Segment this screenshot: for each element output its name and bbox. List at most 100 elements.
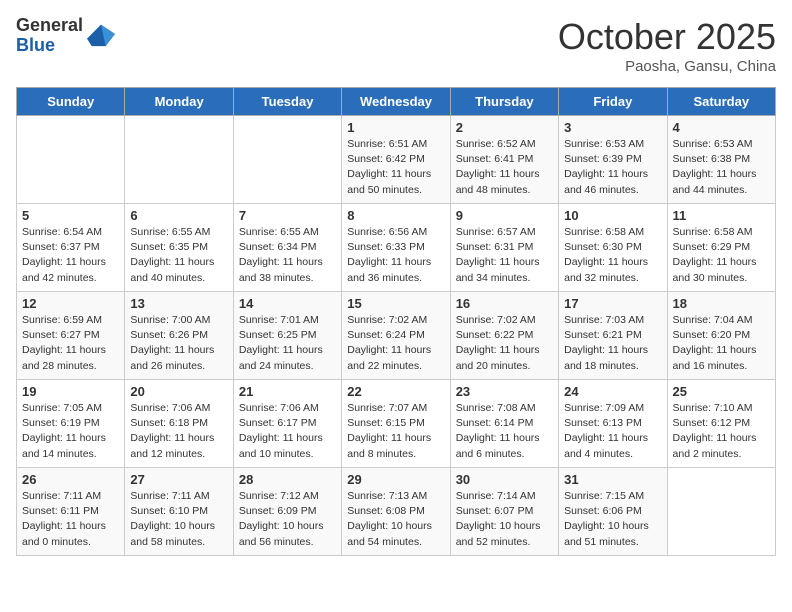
table-row: 15 Sunrise: 7:02 AM Sunset: 6:24 PM Dayli…: [342, 292, 450, 380]
table-row: 19Sunrise: 7:05 AM Sunset: 6:19 PM Dayli…: [17, 380, 125, 468]
calendar-table: Sunday Monday Tuesday Wednesday Thursday…: [16, 87, 776, 556]
table-row: [667, 468, 775, 556]
day-info: Sunrise: 7:06 AM Sunset: 6:17 PM Dayligh…: [239, 401, 336, 462]
day-info: Sunrise: 7:11 AM Sunset: 6:11 PM Dayligh…: [22, 489, 119, 550]
table-row: [233, 116, 341, 204]
table-row: 24Sunrise: 7:09 AM Sunset: 6:13 PM Dayli…: [559, 380, 667, 468]
day-number: 8: [347, 208, 444, 223]
day-number: 9: [456, 208, 553, 223]
calendar-header-row: Sunday Monday Tuesday Wednesday Thursday…: [17, 88, 776, 116]
day-number: 20: [130, 384, 227, 399]
day-info: Sunrise: 7:06 AM Sunset: 6:18 PM Dayligh…: [130, 401, 227, 462]
day-number: 16: [456, 296, 553, 311]
day-info: Sunrise: 7:15 AM Sunset: 6:06 PM Dayligh…: [564, 489, 661, 550]
logo-general: General: [16, 16, 83, 36]
table-row: 12 Sunrise: 6:59 AM Sunset: 6:27 PM Dayli…: [17, 292, 125, 380]
day-info: Sunrise: 6:57 AM Sunset: 6:31 PM Dayligh…: [456, 225, 553, 286]
day-info: Sunrise: 7:00 AM Sunset: 6:26 PM Dayligh…: [130, 313, 227, 374]
table-row: 1Sunrise: 6:51 AM Sunset: 6:42 PM Daylig…: [342, 116, 450, 204]
col-tuesday: Tuesday: [233, 88, 341, 116]
calendar-week-3: 12 Sunrise: 6:59 AM Sunset: 6:27 PM Dayli…: [17, 292, 776, 380]
day-number: 7: [239, 208, 336, 223]
day-info: Sunrise: 6:55 AM Sunset: 6:35 PM Dayligh…: [130, 225, 227, 286]
logo-icon: [87, 20, 115, 48]
day-info: Sunrise: 6:52 AM Sunset: 6:41 PM Dayligh…: [456, 137, 553, 198]
table-row: 10Sunrise: 6:58 AM Sunset: 6:30 PM Dayli…: [559, 204, 667, 292]
title-block: October 2025 Paosha, Gansu, China: [558, 16, 776, 75]
table-row: [125, 116, 233, 204]
table-row: 29 Sunrise: 7:13 AM Sunset: 6:08 PM Dayli…: [342, 468, 450, 556]
col-saturday: Saturday: [667, 88, 775, 116]
table-row: 6Sunrise: 6:55 AM Sunset: 6:35 PM Daylig…: [125, 204, 233, 292]
day-number: 29: [347, 472, 444, 487]
col-thursday: Thursday: [450, 88, 558, 116]
day-info: Sunrise: 7:14 AM Sunset: 6:07 PM Dayligh…: [456, 489, 553, 550]
table-row: 11 Sunrise: 6:58 AM Sunset: 6:29 PM Dayli…: [667, 204, 775, 292]
calendar-week-1: 1Sunrise: 6:51 AM Sunset: 6:42 PM Daylig…: [17, 116, 776, 204]
table-row: 9 Sunrise: 6:57 AM Sunset: 6:31 PM Daylig…: [450, 204, 558, 292]
col-sunday: Sunday: [17, 88, 125, 116]
day-info: Sunrise: 6:53 AM Sunset: 6:39 PM Dayligh…: [564, 137, 661, 198]
day-info: Sunrise: 7:01 AM Sunset: 6:25 PM Dayligh…: [239, 313, 336, 374]
table-row: 27Sunrise: 7:11 AM Sunset: 6:10 PM Dayli…: [125, 468, 233, 556]
day-number: 5: [22, 208, 119, 223]
day-number: 11: [673, 208, 770, 223]
table-row: 17Sunrise: 7:03 AM Sunset: 6:21 PM Dayli…: [559, 292, 667, 380]
day-number: 17: [564, 296, 661, 311]
day-number: 26: [22, 472, 119, 487]
day-info: Sunrise: 7:02 AM Sunset: 6:24 PM Dayligh…: [347, 313, 444, 374]
day-info: Sunrise: 6:59 AM Sunset: 6:27 PM Dayligh…: [22, 313, 119, 374]
page-header: General Blue October 2025 Paosha, Gansu,…: [16, 16, 776, 75]
day-number: 3: [564, 120, 661, 135]
month-title: October 2025: [558, 16, 776, 58]
logo-text: General Blue: [16, 16, 83, 56]
table-row: 18 Sunrise: 7:04 AM Sunset: 6:20 PM Dayli…: [667, 292, 775, 380]
table-row: 25 Sunrise: 7:10 AM Sunset: 6:12 PM Dayli…: [667, 380, 775, 468]
day-number: 22: [347, 384, 444, 399]
table-row: 8Sunrise: 6:56 AM Sunset: 6:33 PM Daylig…: [342, 204, 450, 292]
day-number: 31: [564, 472, 661, 487]
calendar-week-5: 26 Sunrise: 7:11 AM Sunset: 6:11 PM Dayli…: [17, 468, 776, 556]
table-row: 2 Sunrise: 6:52 AM Sunset: 6:41 PM Daylig…: [450, 116, 558, 204]
day-number: 25: [673, 384, 770, 399]
day-info: Sunrise: 6:51 AM Sunset: 6:42 PM Dayligh…: [347, 137, 444, 198]
day-info: Sunrise: 7:08 AM Sunset: 6:14 PM Dayligh…: [456, 401, 553, 462]
day-info: Sunrise: 6:55 AM Sunset: 6:34 PM Dayligh…: [239, 225, 336, 286]
table-row: 3 Sunrise: 6:53 AM Sunset: 6:39 PM Daylig…: [559, 116, 667, 204]
table-row: 5 Sunrise: 6:54 AM Sunset: 6:37 PM Daylig…: [17, 204, 125, 292]
day-number: 18: [673, 296, 770, 311]
calendar-week-4: 19Sunrise: 7:05 AM Sunset: 6:19 PM Dayli…: [17, 380, 776, 468]
day-info: Sunrise: 7:10 AM Sunset: 6:12 PM Dayligh…: [673, 401, 770, 462]
table-row: 30 Sunrise: 7:14 AM Sunset: 6:07 PM Dayli…: [450, 468, 558, 556]
day-number: 12: [22, 296, 119, 311]
day-info: Sunrise: 6:54 AM Sunset: 6:37 PM Dayligh…: [22, 225, 119, 286]
page-container: General Blue October 2025 Paosha, Gansu,…: [0, 0, 792, 566]
day-number: 10: [564, 208, 661, 223]
day-info: Sunrise: 7:04 AM Sunset: 6:20 PM Dayligh…: [673, 313, 770, 374]
day-info: Sunrise: 7:13 AM Sunset: 6:08 PM Dayligh…: [347, 489, 444, 550]
day-number: 19: [22, 384, 119, 399]
table-row: [17, 116, 125, 204]
table-row: 16 Sunrise: 7:02 AM Sunset: 6:22 PM Dayli…: [450, 292, 558, 380]
day-number: 21: [239, 384, 336, 399]
table-row: 7 Sunrise: 6:55 AM Sunset: 6:34 PM Daylig…: [233, 204, 341, 292]
day-number: 30: [456, 472, 553, 487]
day-info: Sunrise: 7:02 AM Sunset: 6:22 PM Dayligh…: [456, 313, 553, 374]
day-number: 28: [239, 472, 336, 487]
day-number: 4: [673, 120, 770, 135]
table-row: 22Sunrise: 7:07 AM Sunset: 6:15 PM Dayli…: [342, 380, 450, 468]
location: Paosha, Gansu, China: [558, 58, 776, 75]
table-row: 20 Sunrise: 7:06 AM Sunset: 6:18 PM Dayli…: [125, 380, 233, 468]
logo-blue: Blue: [16, 36, 83, 56]
day-number: 2: [456, 120, 553, 135]
day-info: Sunrise: 7:11 AM Sunset: 6:10 PM Dayligh…: [130, 489, 227, 550]
day-number: 23: [456, 384, 553, 399]
calendar-week-2: 5 Sunrise: 6:54 AM Sunset: 6:37 PM Daylig…: [17, 204, 776, 292]
day-number: 15: [347, 296, 444, 311]
logo: General Blue: [16, 16, 115, 56]
day-number: 13: [130, 296, 227, 311]
col-monday: Monday: [125, 88, 233, 116]
table-row: 13 Sunrise: 7:00 AM Sunset: 6:26 PM Dayli…: [125, 292, 233, 380]
day-info: Sunrise: 6:58 AM Sunset: 6:29 PM Dayligh…: [673, 225, 770, 286]
day-number: 14: [239, 296, 336, 311]
